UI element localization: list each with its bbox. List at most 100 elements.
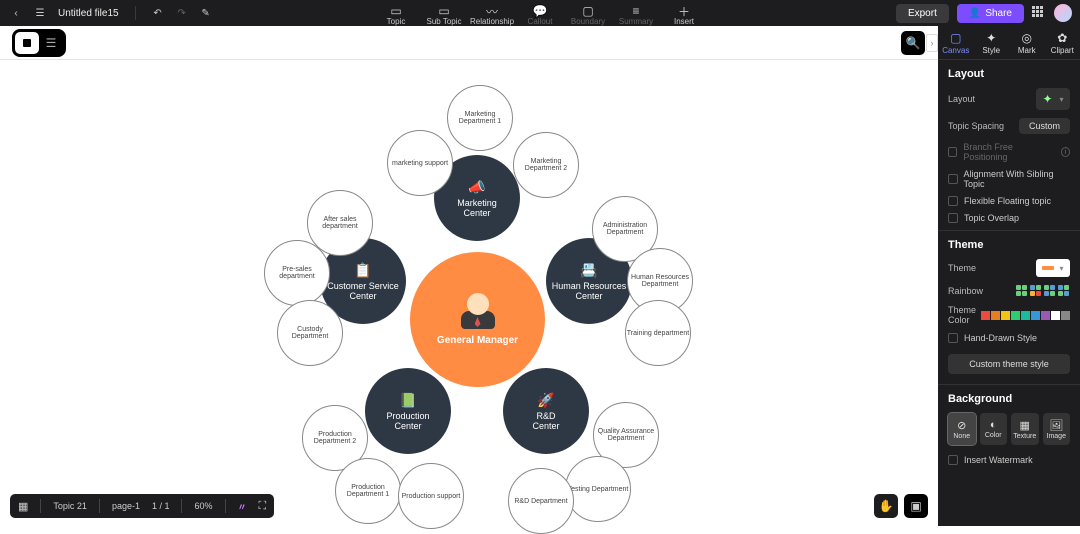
node-label: Human Resources Department xyxy=(628,274,692,288)
node-label: Marketing Department 2 xyxy=(514,158,578,172)
tab-label: Mark xyxy=(1018,46,1036,55)
fullscreen-icon[interactable]: ⛶ xyxy=(259,500,267,513)
theme-selector[interactable]: ▾ xyxy=(1036,259,1070,277)
node-label: ProductionCenter xyxy=(386,411,429,431)
logo-icon[interactable]: 〃 xyxy=(238,500,247,513)
color-swatch[interactable] xyxy=(991,311,1000,320)
tool-label: Sub Topic xyxy=(427,17,462,26)
bg-texture[interactable]: ▦Texture xyxy=(1011,413,1039,445)
tool-relationship[interactable]: 〰Relationship xyxy=(468,4,516,26)
spacing-custom-button[interactable]: Custom xyxy=(1019,118,1070,134)
color-swatch[interactable] xyxy=(1051,311,1060,320)
share-button[interactable]: 👤Share xyxy=(957,4,1024,23)
tool-callout[interactable]: 💬Callout xyxy=(516,4,564,26)
color-swatch[interactable] xyxy=(1021,311,1030,320)
node-sub[interactable]: Custody Department xyxy=(277,300,343,366)
page-name[interactable]: page-1 xyxy=(112,501,140,511)
tool-icon: ▭ xyxy=(390,6,401,16)
node-sub[interactable]: Marketing Department 1 xyxy=(447,85,513,151)
node-sub[interactable]: Pre-sales department xyxy=(264,240,330,306)
apps-icon[interactable] xyxy=(1032,6,1046,20)
node-label: R&D Department xyxy=(514,498,567,505)
tab-clipart[interactable]: ✿Clipart xyxy=(1045,26,1080,59)
tab-style[interactable]: ✦Style xyxy=(974,26,1010,59)
node-center[interactable]: General Manager xyxy=(410,252,545,387)
node-sub[interactable]: Testing Department xyxy=(565,456,631,522)
tool-sub-topic[interactable]: ▭Sub Topic xyxy=(420,4,468,26)
watermark-checkbox[interactable]: Insert Watermark xyxy=(948,455,1070,465)
back-icon[interactable]: ‹ xyxy=(10,7,22,19)
brush-icon[interactable]: ✎ xyxy=(200,7,212,19)
color-swatch[interactable] xyxy=(1011,311,1020,320)
bg-color[interactable]: ◐Color xyxy=(980,413,1008,445)
hand-tool-button[interactable]: ✋ xyxy=(874,494,898,518)
tab-label: Canvas xyxy=(942,46,969,55)
node-label: MarketingCenter xyxy=(457,198,497,218)
node-sub[interactable]: Training department xyxy=(625,300,691,366)
undo-icon[interactable]: ↶ xyxy=(152,7,164,19)
redo-icon[interactable]: ↷ xyxy=(176,7,188,19)
hand-drawn-checkbox[interactable]: Hand-Drawn Style xyxy=(948,333,1070,343)
bg-icon: 🖼 xyxy=(1049,419,1063,432)
branch-free-checkbox[interactable]: Branch Free Positioningi xyxy=(948,142,1070,162)
tab-icon: ✦ xyxy=(986,31,996,45)
node-main[interactable]: 📗 ProductionCenter xyxy=(365,368,451,454)
manager-icon xyxy=(460,293,496,329)
map-icon[interactable]: ▦ xyxy=(18,500,28,513)
search-button[interactable]: 🔍 xyxy=(901,31,925,55)
info-icon[interactable]: i xyxy=(1061,147,1070,157)
node-label: R&DCenter xyxy=(532,411,559,431)
tool-icon: ＋ xyxy=(678,6,690,16)
tool-topic[interactable]: ▭Topic xyxy=(372,4,420,26)
align-checkbox[interactable]: Alignment With Sibling Topic xyxy=(948,169,1070,189)
tab-mark[interactable]: ◎Mark xyxy=(1009,26,1045,59)
separator xyxy=(135,6,136,20)
theme-colors xyxy=(981,311,1070,320)
properties-panel: ▢Canvas✦Style◎Mark✿Clipart Layout Layout… xyxy=(938,26,1080,526)
fit-button[interactable]: ▣ xyxy=(904,494,928,518)
node-sub[interactable]: R&D Department xyxy=(508,468,574,534)
color-swatch[interactable] xyxy=(981,311,990,320)
node-main[interactable]: 🚀R&DCenter xyxy=(503,368,589,454)
bg-none[interactable]: ⊘None xyxy=(948,413,976,445)
view-toggle: ☰ xyxy=(12,29,66,57)
node-label: Production Department 1 xyxy=(336,484,400,498)
panel-collapse-button[interactable]: › xyxy=(926,34,938,52)
tool-label: Boundary xyxy=(571,17,605,26)
node-sub[interactable]: Marketing Department 2 xyxy=(513,132,579,198)
tab-canvas[interactable]: ▢Canvas xyxy=(938,26,974,59)
zoom-level[interactable]: 60% xyxy=(194,501,212,511)
tool-insert[interactable]: ＋Insert xyxy=(660,4,708,26)
menu-icon[interactable]: ☰ xyxy=(34,7,46,19)
node-sub[interactable]: marketing support xyxy=(387,130,453,196)
node-sub[interactable]: Production support xyxy=(398,463,464,529)
custom-theme-button[interactable]: Custom theme style xyxy=(948,354,1070,374)
outline-view-button[interactable]: ☰ xyxy=(39,32,63,54)
rainbow-swatch-4[interactable] xyxy=(1058,285,1070,297)
toolbar: ▭Topic▭Sub Topic〰Relationship💬Callout▢Bo… xyxy=(372,4,708,26)
rainbow-swatch-3[interactable] xyxy=(1044,285,1056,297)
node-sub[interactable]: Production Department 1 xyxy=(335,458,401,524)
color-swatch[interactable] xyxy=(1041,311,1050,320)
node-icon: 📋 xyxy=(354,262,371,279)
canvas-view-button[interactable] xyxy=(15,32,39,54)
export-button[interactable]: Export xyxy=(896,4,949,23)
theme-color-label: Theme Color xyxy=(948,305,981,325)
mindmap-canvas[interactable]: General Manager 📣MarketingCenter📋Custome… xyxy=(0,60,938,498)
overlap-checkbox[interactable]: Topic Overlap xyxy=(948,213,1070,223)
file-title[interactable]: Untitled file15 xyxy=(58,8,119,19)
flex-checkbox[interactable]: Flexible Floating topic xyxy=(948,196,1070,206)
user-avatar[interactable] xyxy=(1054,4,1072,22)
tool-summary[interactable]: ≡Summary xyxy=(612,4,660,26)
tool-icon: ≡ xyxy=(632,6,639,16)
layout-selector[interactable]: ▾ xyxy=(1036,88,1070,110)
color-swatch[interactable] xyxy=(1031,311,1040,320)
bg-image[interactable]: 🖼Image xyxy=(1043,413,1071,445)
rainbow-swatch-1[interactable] xyxy=(1016,285,1028,297)
color-swatch[interactable] xyxy=(1061,311,1070,320)
tool-boundary[interactable]: ▢Boundary xyxy=(564,4,612,26)
color-swatch[interactable] xyxy=(1001,311,1010,320)
person-icon: 👤 xyxy=(969,8,981,19)
rainbow-swatch-2[interactable] xyxy=(1030,285,1042,297)
node-icon: 📗 xyxy=(399,392,416,409)
